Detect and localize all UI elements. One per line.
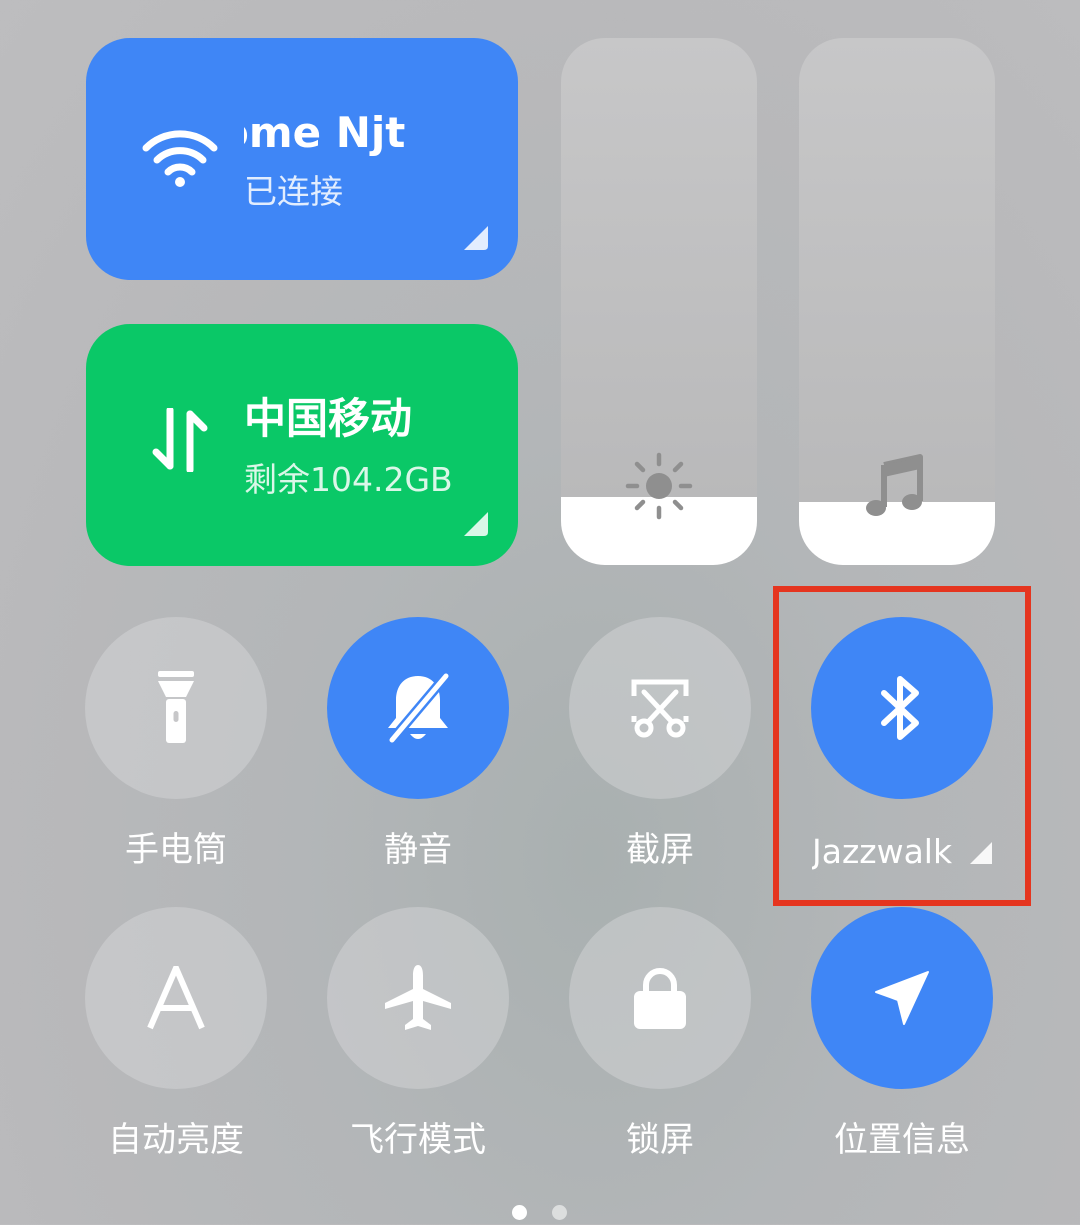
- flashlight-icon: [158, 671, 194, 743]
- wifi-status: 已连接: [244, 172, 343, 211]
- mobile-data-tile[interactable]: 中国移动 剩余104.2GB: [86, 324, 518, 566]
- location-toggle[interactable]: [811, 907, 993, 1089]
- silent-label: 静音: [384, 830, 452, 870]
- wifi-expand-corner-icon[interactable]: [464, 226, 488, 250]
- bluetooth-highlight-box: [773, 586, 1031, 906]
- screenshot-toggle[interactable]: [569, 617, 751, 799]
- data-expand-corner-icon[interactable]: [464, 512, 488, 536]
- lock-screen-toggle[interactable]: [569, 907, 751, 1089]
- sun-icon: [625, 452, 693, 520]
- airplane-mode-toggle[interactable]: [327, 907, 509, 1089]
- airplane-icon: [385, 965, 451, 1030]
- page-dot-inactive[interactable]: [552, 1205, 567, 1220]
- brightness-slider[interactable]: [561, 38, 757, 565]
- auto-brightness-label: 自动亮度: [108, 1120, 244, 1160]
- music-note-icon: [866, 454, 923, 516]
- airplane-mode-label: 飞行模式: [350, 1120, 486, 1160]
- data-remaining: 剩余104.2GB: [244, 460, 453, 499]
- wifi-tile[interactable]: ome Njt 已连接: [86, 38, 518, 280]
- location-arrow-icon: [875, 971, 929, 1025]
- page-dot-active[interactable]: [512, 1205, 527, 1220]
- volume-slider[interactable]: [799, 38, 995, 565]
- auto-brightness-icon: [147, 966, 205, 1030]
- bell-off-icon: [388, 672, 450, 744]
- flashlight-label: 手电筒: [125, 830, 227, 870]
- lock-icon: [634, 968, 686, 1029]
- carrier-name: 中国移动: [244, 394, 413, 443]
- wifi-network-name-clip: ome Njt: [244, 108, 518, 164]
- page-indicator: [0, 1205, 1080, 1225]
- flashlight-toggle[interactable]: [85, 617, 267, 799]
- lock-screen-label: 锁屏: [626, 1120, 694, 1160]
- wifi-icon: [142, 130, 218, 187]
- silent-toggle[interactable]: [327, 617, 509, 799]
- location-label: 位置信息: [834, 1120, 970, 1160]
- auto-brightness-toggle[interactable]: [85, 907, 267, 1089]
- screenshot-icon: [631, 679, 689, 738]
- wifi-network-name: ome Njt: [244, 108, 406, 157]
- data-transfer-icon: [152, 408, 208, 472]
- screenshot-label: 截屏: [626, 830, 694, 870]
